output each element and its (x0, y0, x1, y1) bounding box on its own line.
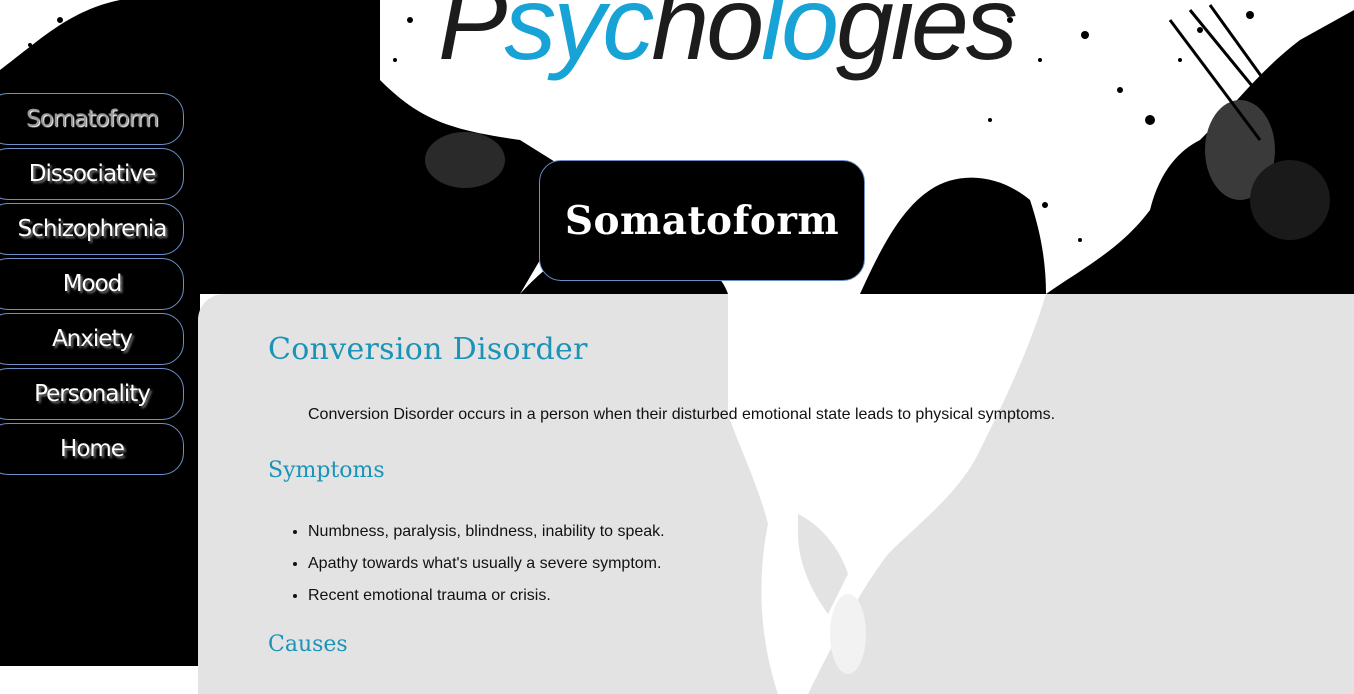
sidebar-nav: Somatoform Dissociative Schizophrenia Mo… (0, 93, 184, 478)
content-panel: Conversion Disorder Conversion Disorder … (198, 294, 1354, 694)
symptoms-heading: Symptoms (268, 458, 385, 483)
nav-item-somatoform[interactable]: Somatoform (0, 93, 184, 145)
logo-text-start: P (438, 0, 507, 82)
list-item: Recent emotional trauma or crisis. (308, 580, 665, 612)
logo-text-end: gies (836, 0, 1018, 82)
nav-item-personality[interactable]: Personality (0, 368, 184, 420)
section-heading: Conversion Disorder (268, 332, 588, 367)
nav-item-dissociative[interactable]: Dissociative (0, 148, 184, 200)
page-title: Somatoform (539, 160, 865, 281)
symptoms-list: Numbness, paralysis, blindness, inabilit… (286, 516, 665, 612)
intro-paragraph: Conversion Disorder occurs in a person w… (308, 406, 1056, 423)
nav-item-schizophrenia[interactable]: Schizophrenia (0, 203, 184, 255)
logo-text-mid: ho (651, 0, 764, 82)
nav-item-anxiety[interactable]: Anxiety (0, 313, 184, 365)
logo-text-accent-1: syc (504, 0, 654, 82)
site-logo[interactable]: Psychologies (438, 0, 1018, 76)
list-item: Apathy towards what's usually a severe s… (308, 548, 665, 580)
nav-item-home[interactable]: Home (0, 423, 184, 475)
list-item: Numbness, paralysis, blindness, inabilit… (308, 516, 665, 548)
causes-heading: Causes (268, 632, 348, 657)
nav-item-mood[interactable]: Mood (0, 258, 184, 310)
logo-text-accent-2: lo (761, 0, 839, 82)
